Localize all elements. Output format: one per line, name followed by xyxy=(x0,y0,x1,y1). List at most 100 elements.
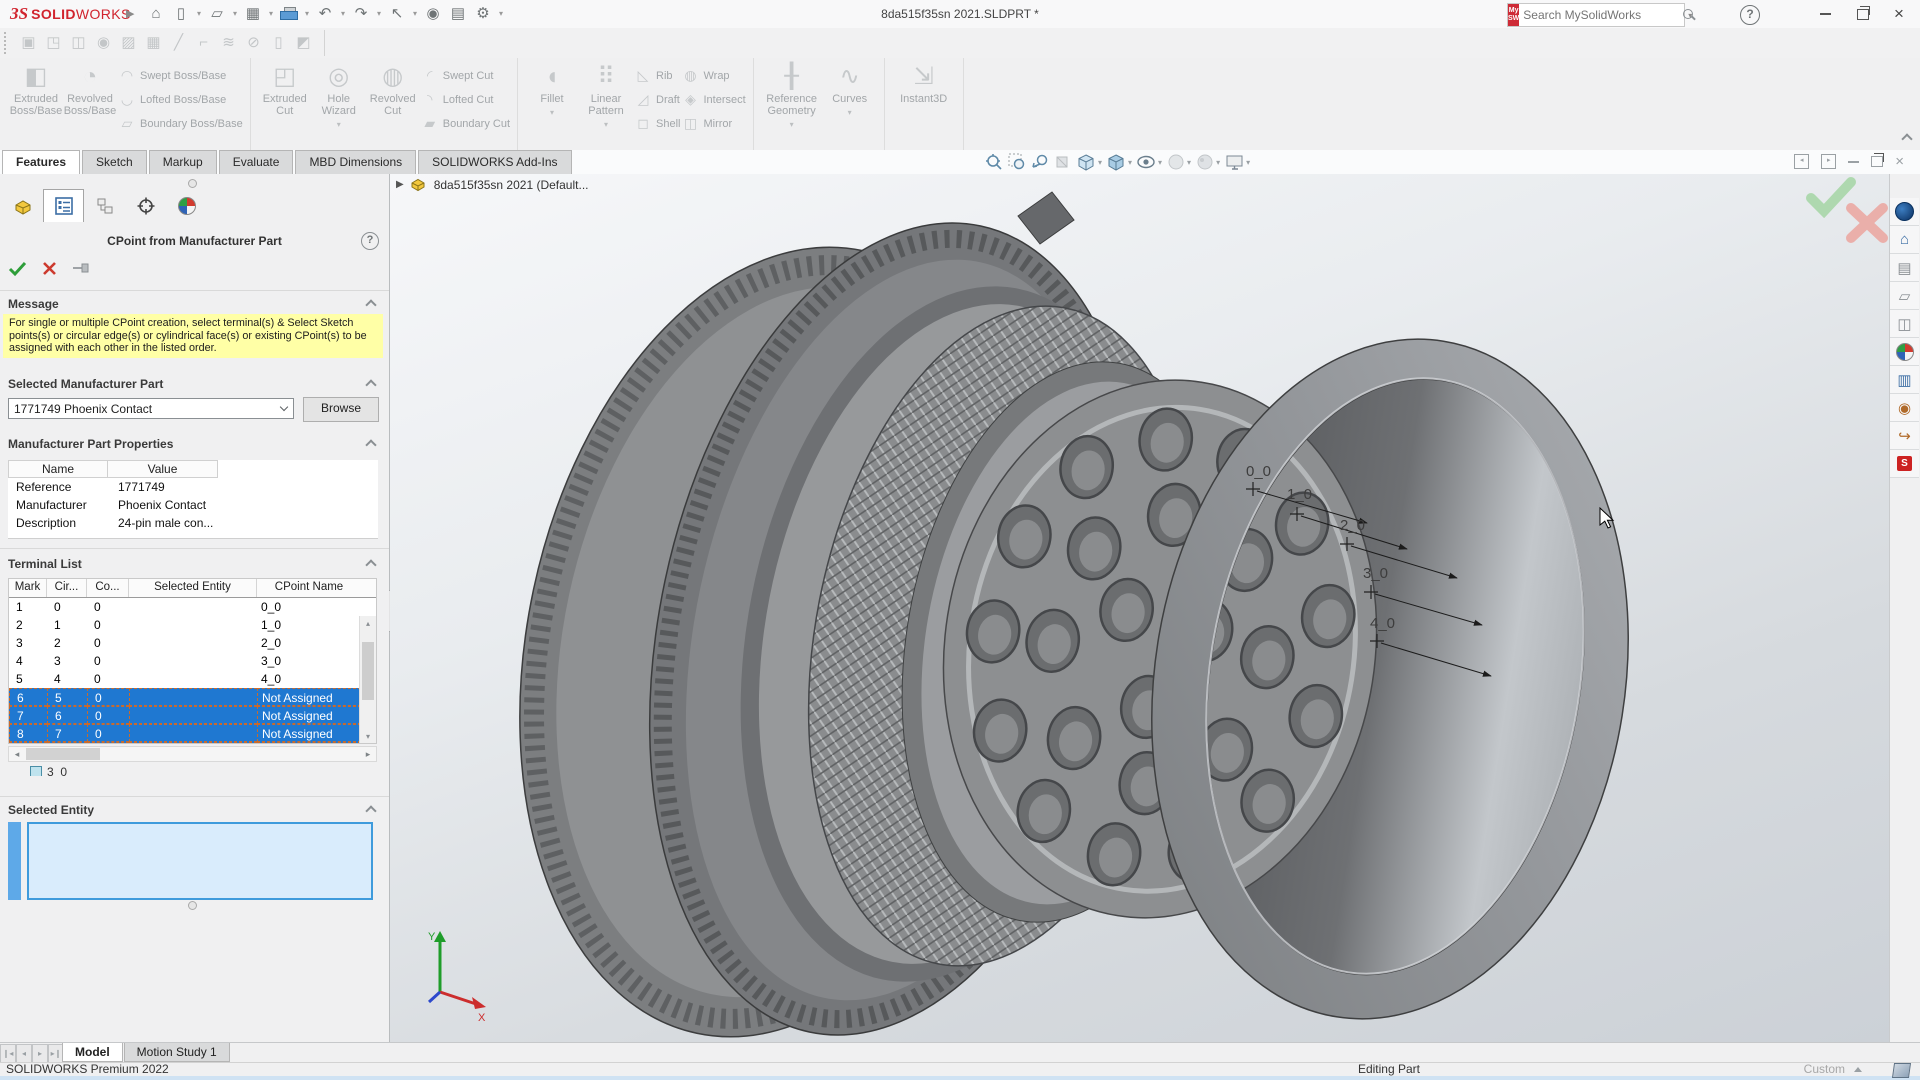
curves-button[interactable]: ∿ Curves ▾ xyxy=(823,58,877,150)
revolved-cut-button[interactable]: ◍ Revolved Cut xyxy=(366,58,420,150)
terminal-row[interactable]: 8 7 0 Not Assigned xyxy=(9,724,376,742)
terminal-row[interactable]: 7 6 0 Not Assigned xyxy=(9,706,376,724)
toolbar-icon-sketch-line[interactable]: ╱ xyxy=(166,31,191,55)
zoom-to-area-icon[interactable] xyxy=(1008,153,1026,171)
select-icon[interactable]: ↖ xyxy=(385,2,409,26)
select-dropdown-icon[interactable]: ▾ xyxy=(410,2,420,26)
confirm-cancel-icon[interactable] xyxy=(1845,202,1889,247)
edit-appearance-icon[interactable]: ▾ xyxy=(1167,153,1191,171)
scroll-right-icon[interactable]: ▸ xyxy=(360,747,376,761)
undo-dropdown-icon[interactable]: ▾ xyxy=(338,2,348,26)
units-label[interactable]: Custom xyxy=(1804,1063,1845,1076)
property-row[interactable]: Reference 1771749 xyxy=(8,478,378,496)
undo-icon[interactable]: ↶ xyxy=(313,2,337,26)
hide-show-dropdown-icon[interactable]: ▾ xyxy=(1158,158,1162,167)
instant3d-button[interactable]: ⇲ Instant3D xyxy=(892,58,956,150)
pin-icon[interactable] xyxy=(72,261,90,275)
print-icon[interactable] xyxy=(280,7,298,21)
view-settings-dropdown-icon[interactable]: ▾ xyxy=(1246,158,1250,167)
ok-button[interactable] xyxy=(8,260,27,277)
doc-restore-icon[interactable] xyxy=(1871,153,1885,167)
view-settings-icon[interactable]: ▾ xyxy=(1225,154,1250,171)
toolbar-icon-stack[interactable]: ▨ xyxy=(116,31,141,55)
new-document-icon[interactable]: ▯ xyxy=(169,2,193,26)
terminal-row[interactable]: 980Not Assigned xyxy=(9,742,376,743)
scene-dropdown-icon[interactable]: ▾ xyxy=(1216,158,1220,167)
tab-mbd-dimensions[interactable]: MBD Dimensions xyxy=(295,150,417,174)
manufacturer-part-select[interactable]: 1771749 Phoenix Contact xyxy=(8,398,294,419)
column-header-circuit[interactable]: Cir... xyxy=(47,579,87,597)
terminal-row[interactable]: 2 1 0 1_0 xyxy=(9,616,376,634)
options-gear-icon[interactable]: ⚙ xyxy=(471,2,495,26)
status-tag-icon[interactable] xyxy=(1891,1063,1912,1078)
selected-entity-section-header[interactable]: Selected Entity xyxy=(0,800,389,820)
feature-manager-tab[interactable] xyxy=(2,189,43,222)
cpoint-label[interactable]: 0_0 xyxy=(1246,463,1271,480)
selected-entity-listbox[interactable] xyxy=(27,822,373,900)
units-dropdown-icon[interactable] xyxy=(1854,1067,1862,1072)
lofted-boss-button[interactable]: ◡ Lofted Boss/Base xyxy=(119,91,243,108)
home-tab-icon[interactable]: ⌂ xyxy=(1890,226,1919,254)
intersect-button[interactable]: ◈ Intersect xyxy=(682,91,746,108)
message-section-header[interactable]: Message xyxy=(0,294,389,314)
terminal-row[interactable]: 5 4 0 4_0 xyxy=(9,670,376,688)
browse-button[interactable]: Browse xyxy=(303,397,379,422)
message-collapse-icon[interactable] xyxy=(365,299,377,311)
terminal-row[interactable]: 1 0 0 0_0 xyxy=(9,598,376,616)
curves-dropdown-icon[interactable]: ▾ xyxy=(848,108,852,117)
property-row[interactable]: Description 24-pin male con... xyxy=(8,514,378,532)
hole-wizard-dropdown-icon[interactable]: ▾ xyxy=(337,120,341,129)
column-header-value[interactable]: Value xyxy=(108,460,218,478)
custom-properties-icon[interactable]: ▥ xyxy=(1890,366,1919,394)
hide-show-items-icon[interactable]: ▾ xyxy=(1137,155,1162,169)
column-header-mark[interactable]: Mark xyxy=(9,579,47,597)
next-tab-icon[interactable]: ▸ xyxy=(32,1044,48,1063)
toolbar-icon-table[interactable]: ▦ xyxy=(141,31,166,55)
scroll-down-icon[interactable]: ▾ xyxy=(360,729,376,743)
restore-button[interactable] xyxy=(1846,0,1880,28)
vertical-scroll-thumb[interactable] xyxy=(362,642,374,700)
toolbar-icon-mate[interactable]: ◉ xyxy=(91,31,116,55)
column-header-cpoint-name[interactable]: CPoint Name xyxy=(257,579,361,597)
save-dropdown-icon[interactable]: ▾ xyxy=(266,2,276,26)
part-properties-collapse-icon[interactable] xyxy=(365,439,377,451)
save-icon[interactable]: ▦ xyxy=(241,2,265,26)
column-header-selected-entity[interactable]: Selected Entity xyxy=(129,579,257,597)
cpoint-label[interactable]: 1_0 xyxy=(1287,486,1312,503)
terminal-row[interactable]: 3 2 0 2_0 xyxy=(9,634,376,652)
extruded-cut-button[interactable]: ◰ Extruded Cut xyxy=(258,58,312,150)
toolbar-icon-panel[interactable]: ▯ xyxy=(266,31,291,55)
fillet-dropdown-icon[interactable]: ▾ xyxy=(550,108,554,117)
part-reviewer-icon[interactable]: ◉ xyxy=(1890,394,1919,422)
zoom-to-fit-icon[interactable] xyxy=(985,153,1003,171)
terminal-row[interactable]: 6 5 0 Not Assigned xyxy=(9,688,376,706)
toggle-right-pane-icon[interactable]: ▸ xyxy=(1821,154,1837,169)
rib-button[interactable]: ◺ Rib xyxy=(635,67,680,84)
column-header-connection[interactable]: Co... xyxy=(87,579,129,597)
scroll-up-icon[interactable]: ▴ xyxy=(360,616,376,631)
new-dropdown-icon[interactable]: ▾ xyxy=(194,2,204,26)
lofted-cut-button[interactable]: ◝ Lofted Cut xyxy=(422,91,510,108)
toolbar-icon-screenshot[interactable]: ▣ xyxy=(16,31,41,55)
first-tab-icon[interactable]: ❙◂ xyxy=(0,1044,16,1063)
appearance-dropdown-icon[interactable]: ▾ xyxy=(1187,158,1191,167)
mirror-button[interactable]: ◫ Mirror xyxy=(682,115,745,132)
minimize-button[interactable] xyxy=(1808,0,1842,28)
open-icon[interactable]: ▱ xyxy=(205,2,229,26)
dimxpert-manager-tab[interactable] xyxy=(125,189,166,222)
panel-resize-handle[interactable] xyxy=(188,901,197,910)
toolbar-icon-route[interactable]: ⌐ xyxy=(191,31,216,55)
doc-minimize-icon[interactable] xyxy=(1848,160,1860,163)
tree-expand-icon[interactable]: ▶ xyxy=(396,179,404,190)
toggle-left-pane-icon[interactable]: ◂ xyxy=(1794,154,1810,169)
fillet-button[interactable]: ◖ Fillet ▾ xyxy=(525,58,579,150)
swept-cut-button[interactable]: ◜ Swept Cut xyxy=(422,67,510,84)
rebuild-icon[interactable]: ◉ xyxy=(421,2,445,26)
cancel-button[interactable] xyxy=(42,261,57,276)
home-icon[interactable]: ⌂ xyxy=(144,2,168,26)
horizontal-scroll-thumb[interactable] xyxy=(26,748,100,760)
terminal-list-section-header[interactable]: Terminal List xyxy=(0,554,389,574)
view-orientation-dropdown-icon[interactable]: ▾ xyxy=(1098,158,1102,167)
tab-markup[interactable]: Markup xyxy=(148,150,217,174)
property-manager-tab[interactable] xyxy=(43,189,84,222)
